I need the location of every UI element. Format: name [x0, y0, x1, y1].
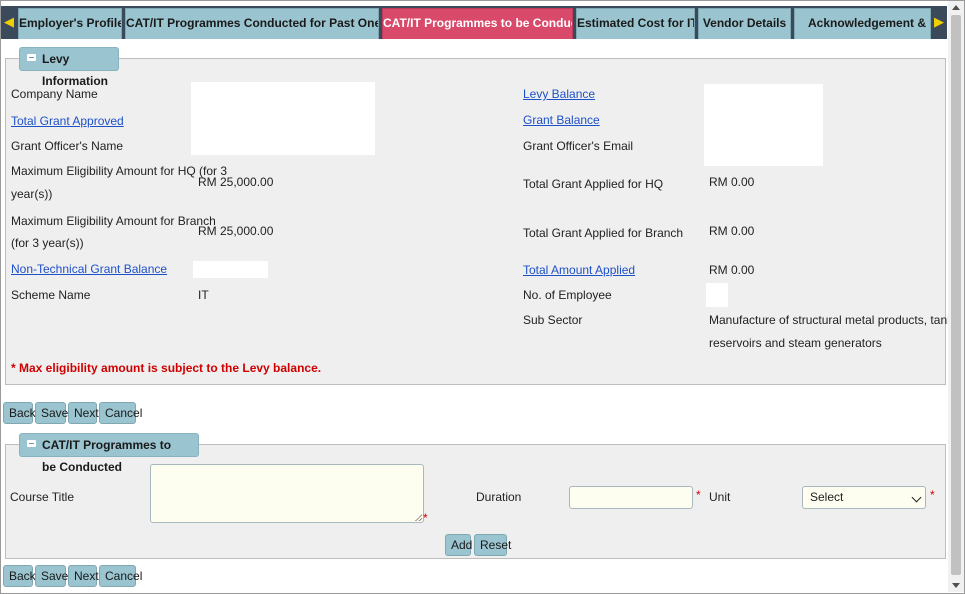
tab-estimated-cost[interactable]: Estimated Cost for IT	[576, 8, 695, 39]
company-name-label: Company Name	[11, 87, 98, 101]
scheme-name-label: Scheme Name	[11, 288, 91, 302]
max-branch-value: RM 25,000.00	[198, 224, 274, 238]
save-button-bottom[interactable]: Save	[35, 565, 68, 587]
grant-officer-email-label: Grant Officer's Email	[523, 139, 634, 153]
tab-strip: ◀ Employer's Profile CAT/IT Programmes C…	[1, 6, 947, 39]
unit-label: Unit	[709, 490, 731, 504]
total-grant-branch-value: RM 0.00	[709, 224, 755, 238]
tab-acknowledgement[interactable]: Acknowledgement & Declaration	[794, 8, 931, 39]
course-title-input[interactable]	[150, 464, 424, 523]
sub-sector-value-line1: Manufacture of structural metal products…	[709, 313, 963, 327]
sub-sector-value-line2: reservoirs and steam generators	[709, 336, 882, 350]
total-amount-applied-value: RM 0.00	[709, 263, 755, 277]
next-button-bottom[interactable]: Next	[68, 565, 99, 587]
course-title-required-mark: *	[423, 511, 428, 525]
tab-vendor-details[interactable]: Vendor Details	[698, 8, 791, 39]
tab-programmes-to-be-conducted[interactable]: CAT/IT Programmes to be Conducted	[382, 8, 573, 39]
back-button[interactable]: Back	[3, 402, 36, 424]
non-technical-grant-balance-link[interactable]: Non-Technical Grant Balance	[11, 258, 167, 280]
unit-selected-value: Select	[810, 490, 844, 504]
chevron-down-icon	[911, 492, 922, 503]
chevron-right-icon[interactable]: ▶	[931, 6, 947, 39]
total-amount-applied-link[interactable]: Total Amount Applied	[523, 259, 635, 281]
course-title-label: Course Title	[10, 490, 75, 504]
unit-required-mark: *	[930, 488, 935, 502]
reset-button[interactable]: Reset	[474, 534, 511, 556]
scheme-name-value: IT	[198, 288, 209, 302]
tab-employers-profile[interactable]: Employer's Profile	[18, 8, 122, 39]
scroll-up-icon[interactable]	[952, 5, 960, 10]
grant-balance-link[interactable]: Grant Balance	[523, 109, 600, 131]
chevron-left-icon[interactable]: ◀	[1, 6, 17, 39]
sub-sector-label: Sub Sector	[523, 313, 583, 327]
levy-information-legend[interactable]: Levy Information	[19, 47, 119, 88]
next-button[interactable]: Next	[68, 402, 99, 424]
duration-required-mark: *	[696, 488, 701, 502]
total-grant-hq-label: Total Grant Applied for HQ	[523, 177, 664, 191]
non-technical-grant-balance-value	[193, 261, 268, 278]
max-hq-label-line2: year(s))	[11, 187, 53, 201]
max-branch-label-line2: (for 3 year(s))	[11, 236, 84, 250]
total-grant-branch-label: Total Grant Applied for Branch	[523, 226, 684, 240]
max-hq-label-line1: Maximum Eligibility Amount for HQ (for 3	[11, 164, 228, 178]
cancel-button-bottom[interactable]: Cancel	[99, 565, 142, 587]
programmes-legend[interactable]: CAT/IT Programmes to be Conducted	[19, 433, 199, 474]
no-of-employee-label: No. of Employee	[523, 288, 612, 302]
max-branch-label-line1: Maximum Eligibility Amount for Branch	[11, 214, 216, 228]
unit-select[interactable]: Select	[802, 486, 926, 509]
levy-balance-link[interactable]: Levy Balance	[523, 83, 595, 105]
levy-balance-value	[704, 84, 823, 166]
minus-icon[interactable]	[27, 440, 36, 447]
vertical-scrollbar[interactable]	[948, 1, 964, 592]
grant-officer-name-label: Grant Officer's Name	[11, 139, 124, 153]
max-hq-value: RM 25,000.00	[198, 175, 274, 189]
cancel-button[interactable]: Cancel	[99, 402, 142, 424]
scroll-thumb[interactable]	[951, 15, 961, 575]
scroll-down-icon[interactable]	[952, 583, 960, 588]
save-button[interactable]: Save	[35, 402, 68, 424]
company-name-value	[191, 82, 375, 155]
tab-programmes-past-year[interactable]: CAT/IT Programmes Conducted for Past One…	[125, 8, 379, 39]
total-grant-hq-value: RM 0.00	[709, 175, 755, 189]
duration-input[interactable]	[569, 486, 693, 509]
add-button[interactable]: Add	[445, 534, 472, 556]
no-of-employee-value	[706, 283, 728, 307]
levy-note: * Max eligibility amount is subject to t…	[11, 361, 322, 375]
resize-grip-icon[interactable]	[415, 514, 422, 521]
duration-label: Duration	[476, 490, 522, 504]
back-button-bottom[interactable]: Back	[3, 565, 36, 587]
total-grant-approved-link[interactable]: Total Grant Approved	[11, 110, 124, 132]
minus-icon[interactable]	[27, 54, 36, 61]
